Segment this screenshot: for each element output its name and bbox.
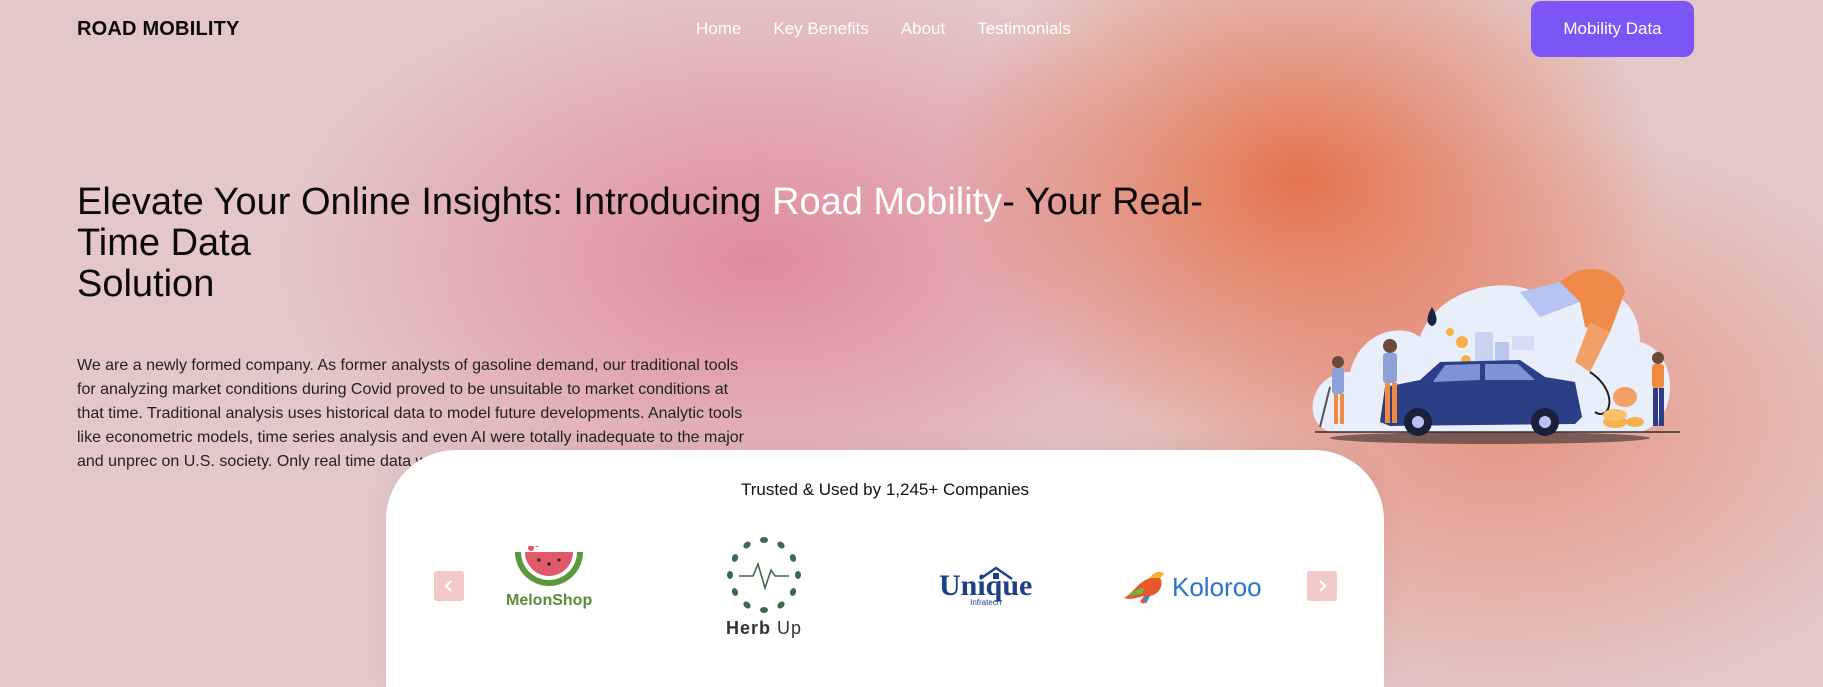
- unique-wordmark: Unique: [939, 569, 1033, 602]
- herbup-light: Up: [771, 618, 803, 638]
- hero-title: Elevate Your Online Insights: Introducin…: [77, 182, 1237, 305]
- watermelon-icon: [515, 546, 584, 586]
- nav-testimonials-link[interactable]: Testimonials: [977, 19, 1071, 39]
- herbup-bold: Herb: [725, 618, 771, 638]
- carousel-prev-button[interactable]: [434, 571, 464, 601]
- hero-title-part1: Elevate Your Online Insights: Introducin…: [77, 181, 773, 223]
- logo-herbup: Herb Up: [725, 536, 803, 639]
- unique-subtitle: Infratech: [970, 598, 1002, 607]
- mobility-data-button[interactable]: Mobility Data: [1531, 1, 1694, 57]
- herb-wreath-icon: [727, 537, 801, 613]
- brand-logo[interactable]: ROAD MOBILITY: [77, 18, 240, 41]
- top-navbar: ROAD MOBILITY Home Key Benefits About Te…: [0, 0, 1823, 58]
- chevron-left-icon: [444, 580, 452, 592]
- nav-home-link[interactable]: Home: [696, 19, 741, 39]
- carousel-next-button[interactable]: [1307, 571, 1337, 601]
- melonshop-wordmark: MelonShop: [506, 592, 593, 609]
- logo-koloroo: Koloroo: [1120, 568, 1262, 606]
- chevron-right-icon: [1319, 580, 1327, 592]
- main-menu: Home Key Benefits About Testimonials: [696, 19, 1071, 39]
- herbup-wordmark: Herb Up: [726, 618, 802, 639]
- kangaroo-icon: [1124, 571, 1164, 604]
- koloroo-wordmark: Koloroo: [1172, 571, 1262, 602]
- nav-about-link[interactable]: About: [901, 19, 945, 39]
- logo-unique: Unique Infratech: [939, 566, 1032, 607]
- trusted-title: Trusted & Used by 1,245+ Companies: [740, 480, 1030, 499]
- logo-melonshop: MelonShop: [506, 546, 592, 610]
- nav-key-benefits-link[interactable]: Key Benefits: [773, 19, 868, 39]
- car-fuel-illustration: [1290, 262, 1690, 462]
- trusted-companies-card: Trusted & Used by 1,245+ Companies Melon…: [386, 450, 1384, 687]
- hero-title-line3: Solution: [77, 263, 215, 305]
- hero-title-highlight: Road Mobility: [772, 181, 1003, 223]
